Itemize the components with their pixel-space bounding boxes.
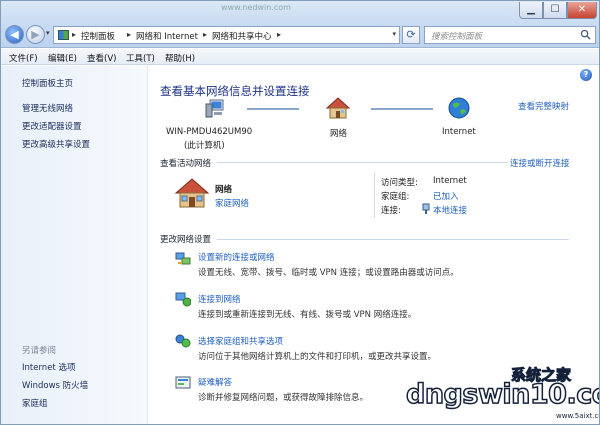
minimize-button[interactable]: ▁ — [519, 2, 543, 19]
breadcrumb-separator[interactable]: ▸ — [72, 30, 76, 39]
watermark-brand-text: dngswin10.com — [405, 378, 599, 411]
internet-globe-icon — [448, 97, 470, 119]
title-bar: www.nedwin.com ▁ ☐ ✕ ◀ ▶ ▾ ▸ 控制面板 ▸ 网络和 … — [1, 1, 599, 48]
see-also-heading: 另请参阅 — [22, 346, 57, 356]
refresh-button[interactable]: ⟳ — [402, 26, 420, 44]
search-box[interactable]: 搜索控制面板 — [424, 26, 596, 44]
breadcrumb-network-internet[interactable]: 网络和 Internet — [136, 30, 198, 42]
link-advanced-sharing[interactable]: 更改高级共享设置 — [22, 138, 90, 150]
active-network-name: 网络 — [215, 185, 233, 195]
connection-line-network-internet — [371, 108, 433, 110]
menu-edit[interactable]: 编辑(E) — [48, 52, 77, 64]
link-manage-wireless[interactable]: 管理无线网络 — [22, 102, 73, 114]
connection-line-computer-network — [247, 108, 299, 110]
site-watermark: 系统之家 dngswin10.com www.5aixt.com — [405, 364, 599, 422]
network-type-link[interactable]: 家庭网络 — [215, 197, 249, 209]
breadcrumb-separator[interactable]: ▸ — [203, 30, 207, 39]
troubleshoot-link[interactable]: 疑难解答 — [198, 376, 232, 388]
homegroup-sharing-icon — [175, 334, 191, 348]
connect-to-network-link[interactable]: 连接到网络 — [198, 293, 241, 305]
access-type-label: 访问类型: — [381, 178, 418, 188]
computer-sublabel: (此计算机) — [184, 141, 225, 151]
connection-label: 连接: — [381, 206, 401, 216]
connect-disconnect-link[interactable]: 连接或断开连接 — [510, 157, 570, 169]
vertical-divider — [374, 172, 375, 218]
setup-connection-link[interactable]: 设置新的连接或网络 — [198, 251, 275, 263]
ethernet-icon — [422, 203, 430, 214]
address-dropdown-icon[interactable]: ▾ — [392, 30, 396, 38]
breadcrumb-separator[interactable]: ▸ — [127, 30, 131, 39]
maximize-button[interactable]: ☐ — [543, 2, 567, 19]
close-button[interactable]: ✕ — [567, 2, 597, 19]
connect-to-network-desc: 连接到或重新连接到无线、有线、拨号或 VPN 网络连接。 — [198, 310, 417, 320]
control-panel-icon — [58, 30, 69, 40]
page-title: 查看基本网络信息并设置连接 — [160, 84, 310, 98]
menu-help[interactable]: 帮助(H) — [165, 52, 195, 64]
access-type-value: Internet — [433, 176, 467, 186]
network-sharing-center-window: www.nedwin.com ▁ ☐ ✕ ◀ ▶ ▾ ▸ 控制面板 ▸ 网络和 … — [0, 0, 600, 425]
active-networks-title: 查看活动网络 — [160, 159, 212, 169]
link-control-panel-home[interactable]: 控制面板主页 — [22, 77, 73, 89]
computer-name: WIN-PMDU462UM90 — [166, 127, 253, 137]
link-homegroup[interactable]: 家庭组 — [22, 397, 48, 409]
section-divider — [217, 162, 507, 163]
setup-connection-desc: 设置无线、宽带、拨号、临时或 VPN 连接；或设置路由器或访问点。 — [198, 268, 459, 278]
view-full-map-link[interactable]: 查看完整映射 — [518, 100, 569, 112]
link-windows-firewall[interactable]: Windows 防火墙 — [22, 379, 88, 391]
internet-label: Internet — [442, 127, 476, 137]
menu-tools[interactable]: 工具(T) — [126, 52, 155, 64]
troubleshoot-desc: 诊断并修复网络问题，或获得故障排除信息。 — [198, 393, 369, 403]
home-network-icon — [174, 178, 210, 208]
link-change-adapter[interactable]: 更改适配器设置 — [22, 120, 82, 132]
homegroup-sharing-link[interactable]: 选择家庭组和共享选项 — [198, 335, 283, 347]
breadcrumb-separator[interactable]: ▸ — [277, 30, 281, 39]
menu-bar: 文件(F) 编辑(E) 查看(V) 工具(T) 帮助(H) — [1, 49, 599, 65]
search-placeholder: 搜索控制面板 — [431, 32, 483, 42]
connect-network-icon — [175, 292, 191, 307]
address-bar[interactable]: ▸ 控制面板 ▸ 网络和 Internet ▸ 网络和共享中心 ▸ ▾ — [53, 26, 400, 44]
search-icon[interactable] — [580, 29, 591, 40]
troubleshoot-icon — [175, 376, 191, 389]
menu-view[interactable]: 查看(V) — [87, 52, 116, 64]
link-internet-options[interactable]: Internet 选项 — [22, 361, 75, 373]
watermark-url-text: www.5aixt.com — [556, 412, 599, 420]
local-connection-link[interactable]: 本地连接 — [433, 204, 467, 216]
setup-connection-icon — [175, 252, 191, 265]
breadcrumb-control-panel[interactable]: 控制面板 — [81, 30, 115, 42]
section-divider — [217, 239, 569, 240]
help-icon[interactable]: ? — [580, 69, 592, 81]
homegroup-sharing-desc: 访问位于其他网络计算机上的文件和打印机，或更改共享设置。 — [198, 352, 437, 362]
window-title: www.nedwin.com — [221, 3, 291, 12]
breadcrumb-network-sharing-center[interactable]: 网络和共享中心 — [212, 30, 272, 42]
back-button[interactable]: ◀ — [5, 25, 24, 44]
change-settings-title: 更改网络设置 — [160, 235, 212, 245]
network-label: 网络 — [330, 129, 348, 139]
menu-file[interactable]: 文件(F) — [9, 52, 38, 64]
history-dropdown-icon[interactable]: ▾ — [46, 29, 50, 37]
homegroup-label: 家庭组: — [381, 192, 410, 202]
homegroup-joined-link[interactable]: 已加入 — [433, 190, 459, 202]
computer-icon — [205, 99, 224, 118]
left-navigation-pane: 控制面板主页 管理无线网络 更改适配器设置 更改高级共享设置 另请参阅 Inte… — [1, 66, 148, 424]
network-house-icon — [326, 97, 350, 119]
forward-button[interactable]: ▶ — [26, 25, 45, 44]
